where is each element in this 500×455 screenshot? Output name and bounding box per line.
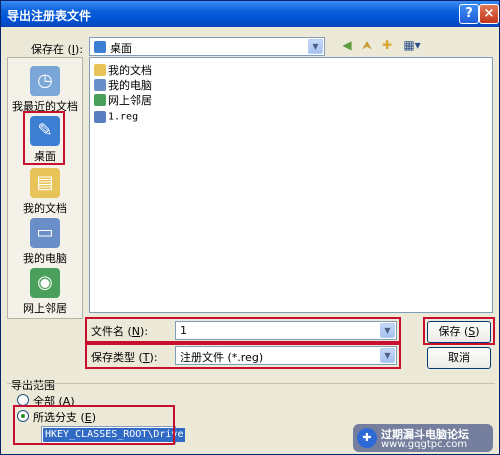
place-label: 网上邻居 xyxy=(23,302,67,315)
list-item[interactable]: 我的电脑 xyxy=(94,77,152,92)
place-label: 我的电脑 xyxy=(23,252,67,265)
window-title: 导出注册表文件 xyxy=(7,9,92,23)
my-documents-icon: ▤ xyxy=(30,168,60,198)
view-menu-icon[interactable]: ▦▾ xyxy=(401,37,423,53)
list-item[interactable]: 网上邻居 xyxy=(94,92,152,107)
place-label: 我的文档 xyxy=(23,202,67,215)
my-computer-icon: ▭ xyxy=(30,218,60,248)
desktop-icon xyxy=(94,41,106,53)
reg-file-icon xyxy=(94,111,106,123)
recent-documents-icon: ◷ xyxy=(30,66,60,96)
watermark-logo-icon: ✚ xyxy=(357,428,377,448)
help-icon[interactable]: ? xyxy=(459,4,479,24)
file-list[interactable]: 我的文档 我的电脑 网上邻居 1.reg xyxy=(89,57,493,313)
highlight-branch xyxy=(13,405,175,445)
export-range-title: 导出范围 xyxy=(11,379,55,392)
place-recent-documents[interactable]: ◷ 我最近的文档 xyxy=(8,66,82,114)
places-bar: ◷ 我最近的文档 ✎ 桌面 ▤ 我的文档 ▭ 我的电脑 ◉ 网上邻居 xyxy=(7,57,83,319)
watermark: ✚ 过期漏斗电脑论坛 www.gqgtpc.com xyxy=(353,424,493,452)
back-icon[interactable]: ◀ xyxy=(339,37,355,53)
close-icon[interactable]: × xyxy=(479,4,499,24)
place-my-computer[interactable]: ▭ 我的电脑 xyxy=(8,218,82,266)
cancel-button[interactable]: 取消 xyxy=(427,347,491,369)
title-bar: 导出注册表文件 ? × xyxy=(1,1,499,27)
computer-icon xyxy=(94,79,106,91)
place-my-documents[interactable]: ▤ 我的文档 xyxy=(8,168,82,216)
highlight-desktop xyxy=(23,111,65,165)
section-divider xyxy=(7,383,495,384)
save-in-label: 保存在 (I): xyxy=(31,43,84,56)
save-in-value: 桌面 xyxy=(110,42,132,55)
up-folder-icon[interactable]: ⮝ xyxy=(359,37,375,53)
highlight-filetype xyxy=(85,343,401,369)
list-item[interactable]: 我的文档 xyxy=(94,62,152,77)
place-network[interactable]: ◉ 网上邻居 xyxy=(8,268,82,316)
chevron-down-icon[interactable]: ▼ xyxy=(308,39,323,54)
list-item[interactable]: 1.reg xyxy=(94,110,138,124)
export-registry-dialog: 导出注册表文件 ? × 保存在 (I): 桌面 ▼ ◀ ⮝ ✚ ▦▾ ◷ 我最近… xyxy=(0,0,500,455)
save-in-dropdown[interactable]: 桌面 ▼ xyxy=(89,37,325,56)
highlight-save xyxy=(423,317,495,345)
folder-icon xyxy=(94,64,106,76)
new-folder-icon[interactable]: ✚ xyxy=(379,37,395,53)
watermark-url: www.gqgtpc.com xyxy=(381,439,468,450)
network-places-icon: ◉ xyxy=(30,268,60,298)
network-icon xyxy=(94,94,106,106)
highlight-filename xyxy=(85,317,401,343)
